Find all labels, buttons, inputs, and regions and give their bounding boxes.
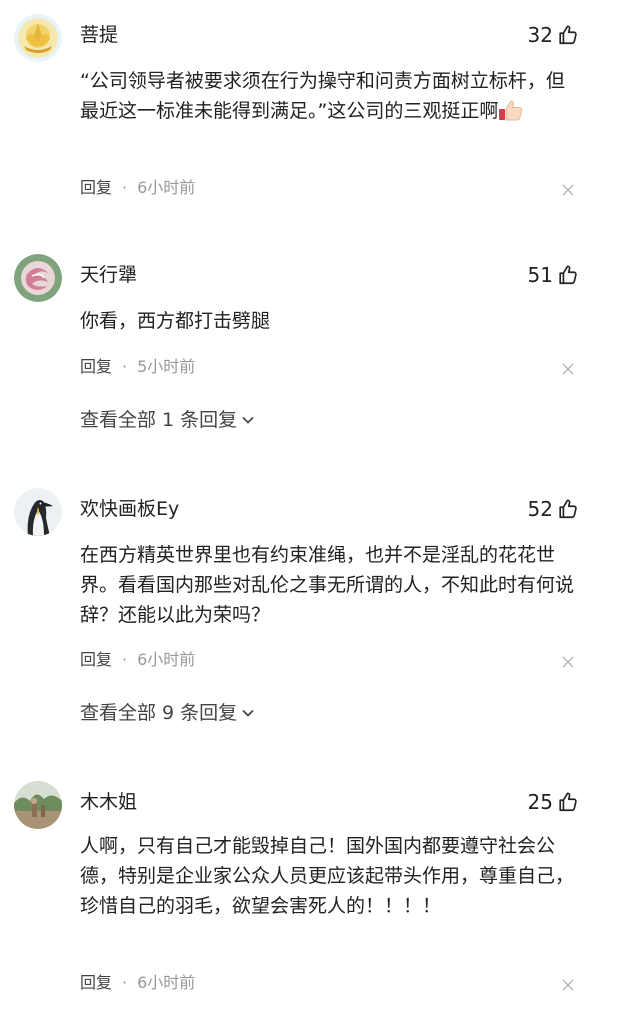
comment-text: 人啊，只有自己才能毁掉自己！国外国内都要遵守社会公德，特别是企业家公众人员更应该… (80, 835, 575, 917)
comment-time: 5小时前 (137, 357, 196, 376)
comment-time: 6小时前 (137, 178, 196, 197)
comment-content: 在西方精英世界里也有约束准绳，也并不是淫乱的花花世界。看看国内那些对乱伦之事无所… (80, 540, 580, 630)
reply-link[interactable]: 回复 (80, 176, 112, 200)
penguin-avatar-icon (14, 488, 62, 536)
thumbs-up-emoji-icon (499, 100, 523, 121)
meta-separator: · (122, 650, 128, 669)
meta-separator: · (122, 973, 128, 992)
comment-text: “公司领导者被要求须在行为操守和问责方面树立标杆，但最近这一标准未能得到满足。”… (80, 70, 565, 122)
close-icon[interactable] (562, 363, 574, 375)
meta-separator: · (122, 357, 128, 376)
comment-text: 在西方精英世界里也有约束准绳，也并不是淫乱的花花世界。看看国内那些对乱伦之事无所… (80, 544, 575, 626)
like-button[interactable]: 52 (528, 497, 579, 521)
thumbs-up-icon (559, 25, 577, 45)
username[interactable]: 欢快画板Ey (80, 497, 179, 521)
user-avatar[interactable] (14, 781, 62, 829)
comment-text: 你看，西方都打击劈腿 (80, 310, 271, 332)
username[interactable]: 天行犟 (80, 263, 137, 287)
lotus-avatar-icon (14, 14, 62, 62)
like-button[interactable]: 25 (528, 790, 579, 814)
thumbs-up-icon (559, 499, 577, 519)
comment-content: 你看，西方都打击劈腿 (80, 306, 580, 336)
close-icon[interactable] (562, 184, 574, 196)
view-replies-link[interactable]: 查看全部 1 条回复 (80, 407, 255, 433)
reply-link[interactable]: 回复 (80, 355, 112, 379)
user-avatar[interactable] (14, 488, 62, 536)
reply-link[interactable]: 回复 (80, 648, 112, 672)
like-button[interactable]: 32 (528, 23, 579, 47)
like-button[interactable]: 51 (528, 263, 579, 287)
comment-meta: 回复 · 6小时前 (80, 648, 195, 672)
comment-content: “公司领导者被要求须在行为操守和问责方面树立标杆，但最近这一标准未能得到满足。”… (80, 66, 580, 126)
thumbs-up-icon (559, 792, 577, 812)
view-replies-link[interactable]: 查看全部 9 条回复 (80, 700, 255, 726)
thumbs-up-icon (559, 265, 577, 285)
close-icon[interactable] (562, 979, 574, 991)
reply-link[interactable]: 回复 (80, 971, 112, 995)
user-avatar[interactable] (14, 14, 62, 62)
chevron-down-icon (242, 709, 254, 717)
like-count: 52 (527, 497, 553, 521)
comment-time: 6小时前 (137, 650, 196, 669)
garden-avatar-icon (14, 781, 62, 829)
username[interactable]: 木木姐 (80, 790, 137, 814)
user-avatar[interactable] (14, 254, 62, 302)
like-count: 32 (527, 23, 553, 47)
meta-separator: · (122, 178, 128, 197)
comment-meta: 回复 · 6小时前 (80, 176, 195, 200)
comment-time: 6小时前 (137, 973, 196, 992)
view-replies-label: 查看全部 1 条回复 (80, 409, 238, 431)
close-icon[interactable] (562, 656, 574, 668)
like-count: 51 (527, 263, 553, 287)
comment-meta: 回复 · 5小时前 (80, 355, 195, 379)
comment-content: 人啊，只有自己才能毁掉自己！国外国内都要遵守社会公德，特别是企业家公众人员更应该… (80, 831, 580, 921)
username[interactable]: 菩提 (80, 23, 118, 47)
like-count: 25 (527, 790, 553, 814)
chevron-down-icon (242, 416, 254, 424)
view-replies-label: 查看全部 9 条回复 (80, 702, 238, 724)
spiral-avatar-icon (14, 254, 62, 302)
comment-meta: 回复 · 6小时前 (80, 971, 195, 995)
